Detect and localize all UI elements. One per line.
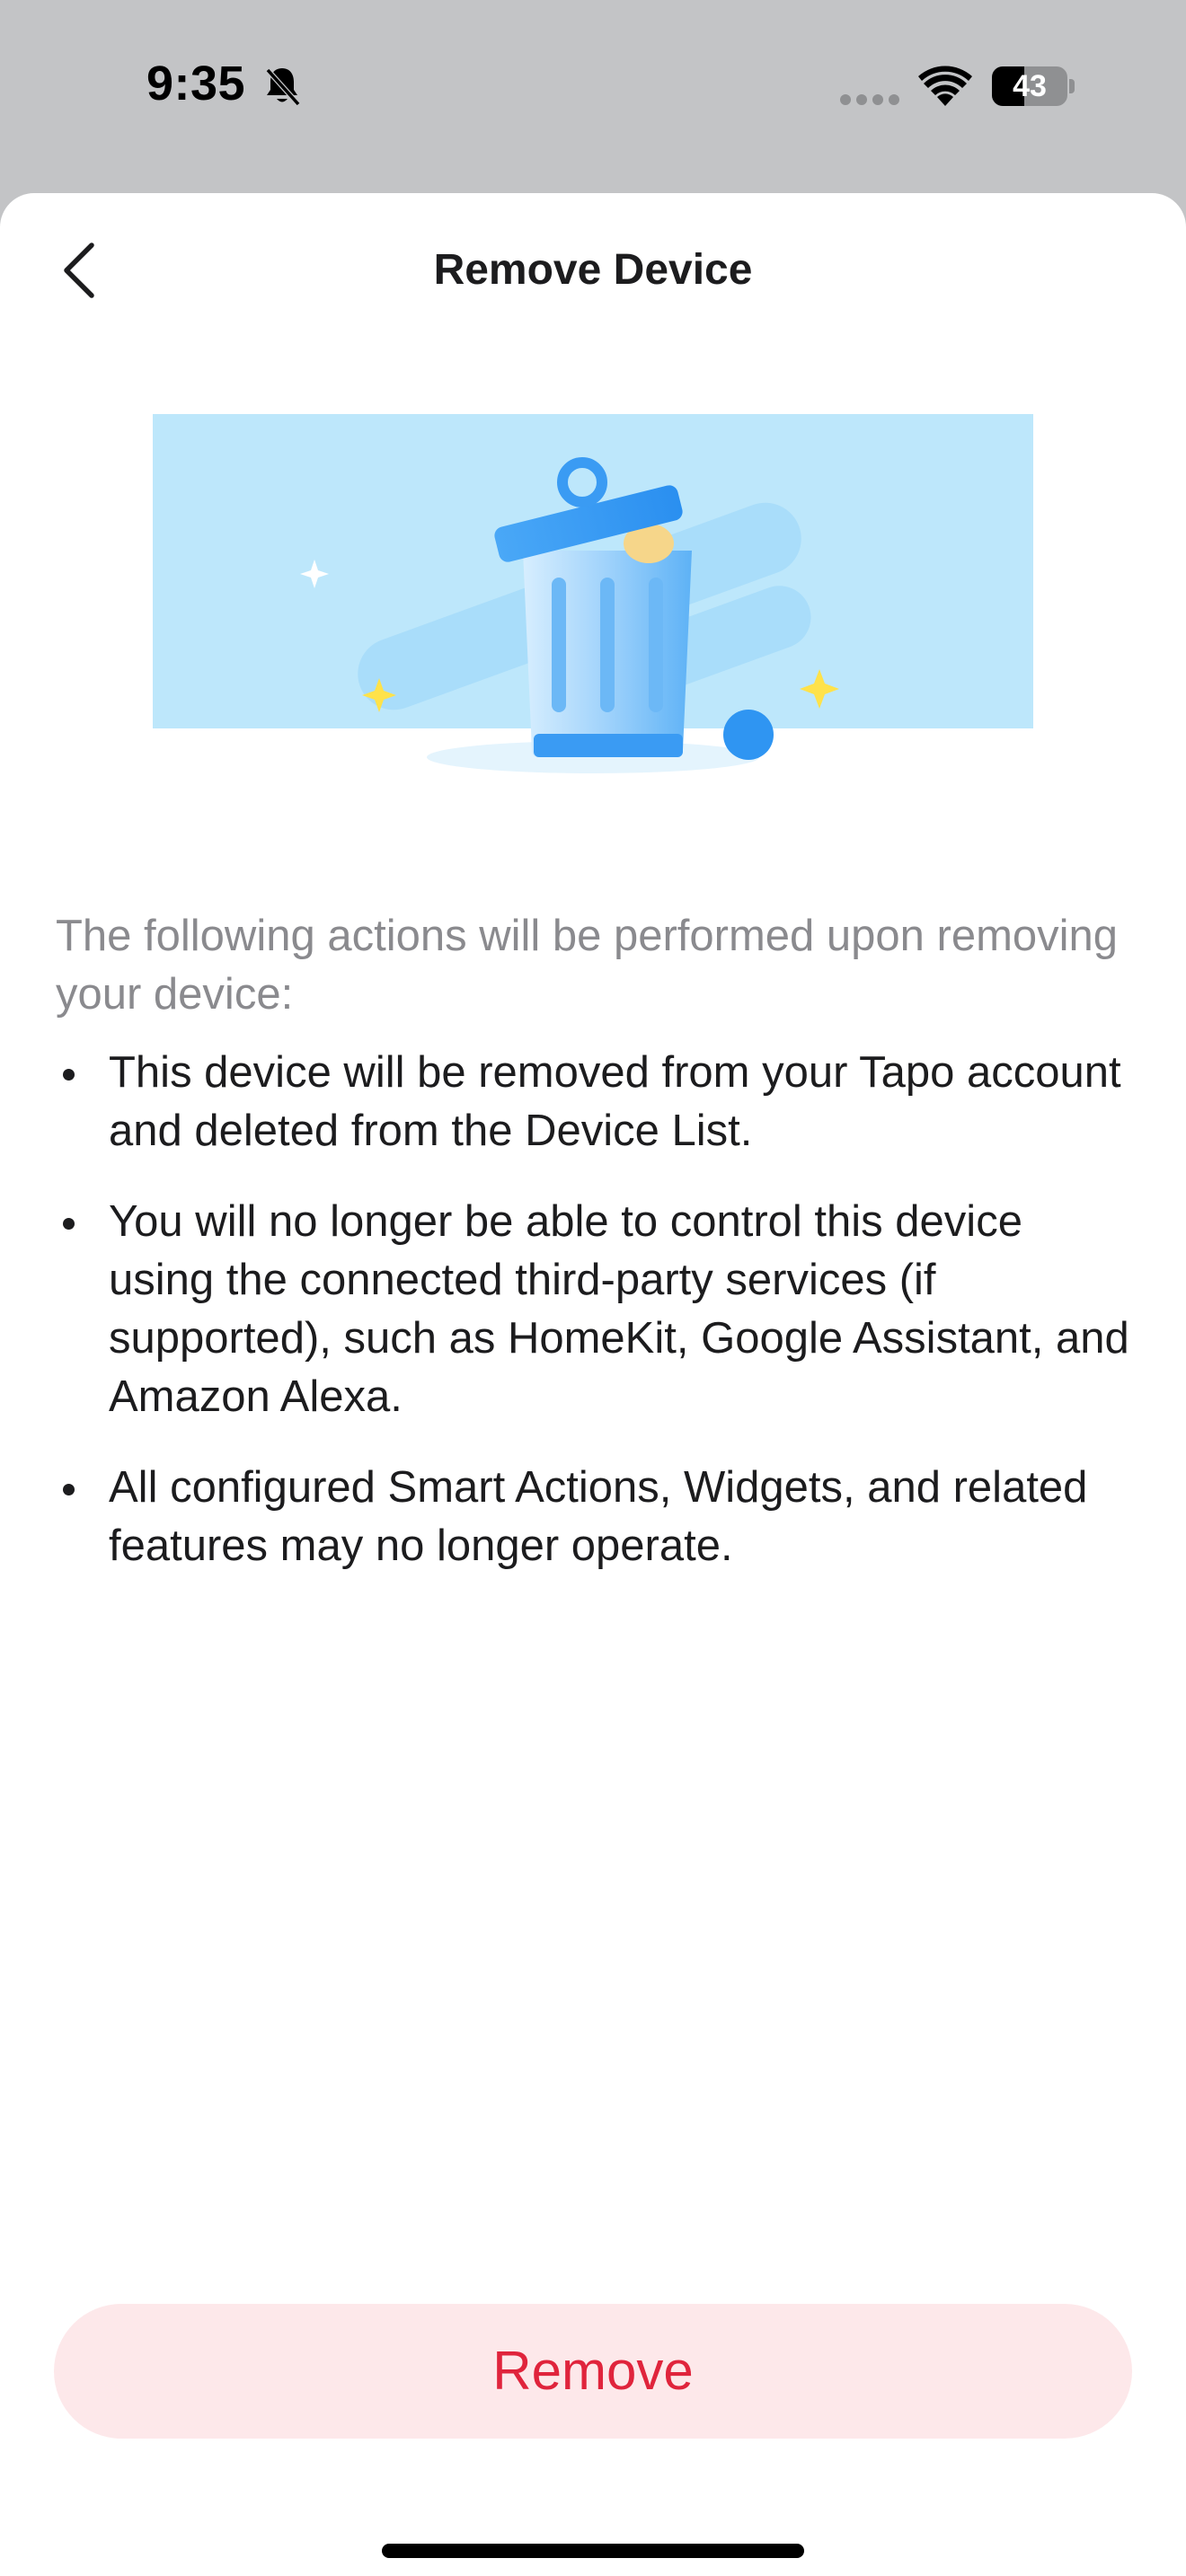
page-title: Remove Device [433,246,753,294]
home-indicator [382,2544,804,2558]
list-item: You will no longer be able to control th… [56,1193,1134,1426]
bullet-dot [63,1484,75,1495]
removal-info: The following actions will be performed … [56,907,1134,1608]
wifi-icon [918,66,972,106]
battery-level: 43 [1013,69,1047,103]
bell-slash-icon [265,67,301,107]
list-item-text: This device will be removed from your Ta… [109,1048,1121,1155]
nav-bar: Remove Device [0,193,1186,346]
status-bar: 9:35 43 [0,0,1186,193]
status-time: 9:35 [146,57,246,110]
bullet-dot [63,1069,75,1081]
cellular-icon [840,94,899,105]
intro-text: The following actions will be performed … [56,912,1119,1019]
list-item-text: All configured Smart Actions, Widgets, a… [109,1463,1088,1570]
trash-can-illustration [153,414,1033,773]
battery-icon: 43 [992,66,1075,106]
list-item-text: You will no longer be able to control th… [109,1197,1129,1421]
list-item: This device will be removed from your Ta… [56,1044,1134,1160]
consequence-list: This device will be removed from your Ta… [56,1044,1134,1575]
bullet-dot [63,1218,75,1230]
remove-button[interactable]: Remove [54,2304,1132,2439]
list-item: All configured Smart Actions, Widgets, a… [56,1459,1134,1575]
